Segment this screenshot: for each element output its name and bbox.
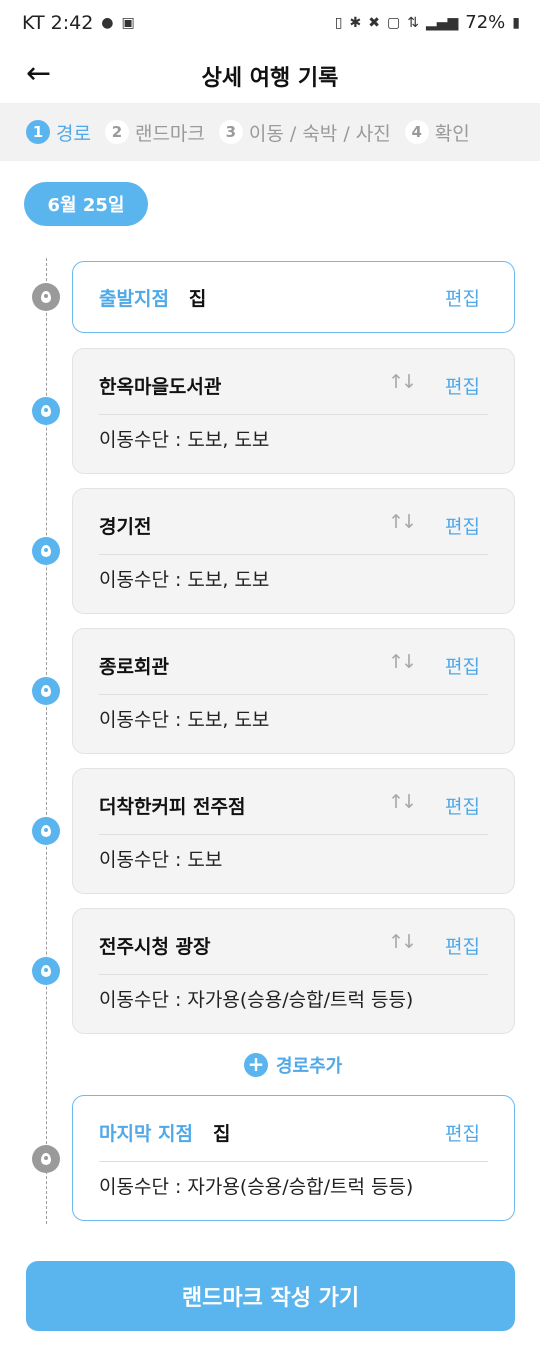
- battery-level: 72%: [465, 12, 506, 33]
- stop-name: 더착한커피 전주점: [99, 795, 246, 818]
- add-route-label: 경로추가: [276, 1056, 343, 1077]
- step-label: 확인: [434, 122, 470, 145]
- talk-icon: ●: [101, 15, 114, 31]
- step-1: 1 경로: [26, 119, 91, 146]
- hd-icon: ▢: [386, 14, 401, 31]
- route-stop-card: 경기전 ↑↓ 편집 이동수단 : 도보, 도보: [72, 488, 515, 614]
- route-stop-card: 한옥마을도서관 ↑↓ 편집 이동수단 : 도보, 도보: [72, 348, 515, 474]
- transport-text: 이동수단 : 도보, 도보: [99, 709, 270, 731]
- end-point-label: 마지막 지점: [99, 1122, 194, 1145]
- battery-icon: ▮: [512, 14, 520, 31]
- mute-icon: ✖: [368, 14, 380, 31]
- bluetooth-icon: ✱: [349, 14, 362, 31]
- transport-text: 이동수단 : 자가용(승용/승합/트럭 등등): [99, 989, 414, 1011]
- transport-text: 이동수단 : 자가용(승용/승합/트럭 등등): [99, 1176, 414, 1198]
- date-badge: 6월 25일: [24, 182, 148, 226]
- stop-name: 종로회관: [99, 655, 169, 678]
- transport-text: 이동수단 : 도보, 도보: [99, 429, 270, 451]
- location-pin-icon: [32, 283, 60, 311]
- reorder-icon[interactable]: ↑↓: [388, 931, 417, 953]
- route-stop-card: 종로회관 ↑↓ 편집 이동수단 : 도보, 도보: [72, 628, 515, 754]
- edit-button[interactable]: 편집: [445, 1119, 480, 1146]
- route-stop-card: 전주시청 광장 ↑↓ 편집 이동수단 : 자가용(승용/승합/트럭 등등): [72, 908, 515, 1034]
- add-route-button[interactable]: + 경로추가: [244, 1052, 342, 1078]
- transport-text: 이동수단 : 도보: [99, 849, 223, 871]
- location-pin-icon: [32, 1145, 60, 1173]
- status-bar: KT 2:42 ● ▣ ▯ ✱ ✖ ▢ ⇅ ▂▄▆ 72% ▮: [0, 0, 540, 48]
- reorder-icon[interactable]: ↑↓: [388, 651, 417, 673]
- carrier-time: KT 2:42: [22, 12, 94, 34]
- image-icon: ▣: [121, 15, 135, 31]
- divider: [99, 414, 488, 415]
- nfc-icon: ▯: [334, 14, 343, 31]
- start-point-card: 출발지점 집 편집: [72, 261, 515, 333]
- step-2: 2 랜드마크: [104, 119, 205, 146]
- 5g-icon: ⇅: [407, 14, 419, 31]
- start-point-label: 출발지점: [99, 287, 169, 310]
- divider: [99, 694, 488, 695]
- route-stop-card: 더착한커피 전주점 ↑↓ 편집 이동수단 : 도보: [72, 768, 515, 894]
- location-pin-icon: [32, 537, 60, 565]
- step-3: 3 이동 / 숙박 / 사진: [218, 119, 391, 146]
- plus-icon: +: [244, 1053, 268, 1077]
- edit-button[interactable]: 편집: [445, 652, 480, 679]
- step-number: 2: [104, 120, 129, 144]
- location-pin-icon: [32, 397, 60, 425]
- divider: [99, 1161, 488, 1162]
- location-pin-icon: [32, 817, 60, 845]
- stop-name: 한옥마을도서관: [99, 375, 222, 398]
- stop-name: 경기전: [99, 515, 152, 538]
- step-label: 경로: [56, 122, 91, 145]
- app-header: ← 상세 여행 기록: [0, 48, 540, 102]
- edit-button[interactable]: 편집: [445, 512, 480, 539]
- end-point-card: 마지막 지점 집 편집 이동수단 : 자가용(승용/승합/트럭 등등): [72, 1095, 515, 1221]
- location-pin-icon: [32, 677, 60, 705]
- step-number: 1: [26, 120, 50, 144]
- divider: [99, 974, 488, 975]
- divider: [99, 554, 488, 555]
- location-pin-icon: [32, 957, 60, 985]
- edit-button[interactable]: 편집: [445, 792, 480, 819]
- step-number: 4: [404, 120, 429, 144]
- start-point-place: 집: [188, 287, 207, 310]
- step-label: 랜드마크: [134, 122, 205, 145]
- edit-button[interactable]: 편집: [445, 372, 480, 399]
- step-4: 4 확인: [404, 119, 470, 146]
- divider: [99, 834, 488, 835]
- reorder-icon[interactable]: ↑↓: [388, 791, 417, 813]
- transport-text: 이동수단 : 도보, 도보: [99, 569, 270, 591]
- reorder-icon[interactable]: ↑↓: [388, 371, 417, 393]
- step-indicator: 1 경로 2 랜드마크 3 이동 / 숙박 / 사진 4 확인: [0, 103, 540, 161]
- edit-button[interactable]: 편집: [445, 284, 480, 311]
- go-to-landmark-button[interactable]: 랜드마크 작성 가기: [26, 1261, 515, 1331]
- end-point-place: 집: [213, 1122, 231, 1145]
- step-number: 3: [218, 120, 243, 144]
- stop-name: 전주시청 광장: [99, 935, 211, 958]
- page-title: 상세 여행 기록: [201, 66, 339, 91]
- signal-icon: ▂▄▆: [425, 14, 459, 31]
- step-label: 이동 / 숙박 / 사진: [248, 122, 391, 145]
- edit-button[interactable]: 편집: [445, 932, 480, 959]
- reorder-icon[interactable]: ↑↓: [388, 511, 417, 533]
